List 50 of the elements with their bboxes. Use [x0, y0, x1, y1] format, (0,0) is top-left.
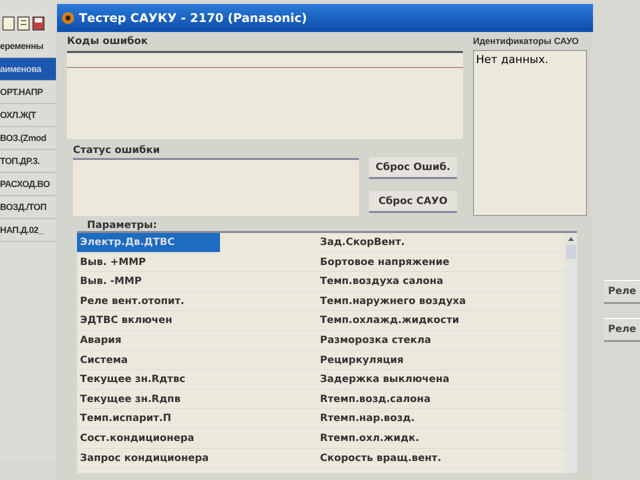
list-item[interactable]: ВОЗД./ТОП [0, 196, 56, 219]
list-item[interactable]: РАСХОД.ВО [0, 173, 56, 196]
parameter-item[interactable]: Зад.СкорВент. [317, 233, 565, 253]
parameter-item[interactable]: Rтемп.возд.салона [317, 390, 565, 410]
parameter-item[interactable]: Выв. +ММР [77, 252, 317, 272]
parameter-item[interactable]: Разморозка стекла [317, 330, 565, 351]
window-title: Тестер САУКУ - 2170 (Panasonic) [79, 11, 307, 25]
parameter-item[interactable]: Скорость вращ.вент. [317, 448, 565, 468]
parameter-item[interactable]: Темп.испарит.П [77, 409, 317, 429]
scroll-thumb[interactable] [566, 245, 576, 259]
error-status-label: Статус ошибки [73, 145, 161, 156]
no-data-text: Нет данных. [476, 53, 548, 66]
save-icon[interactable] [32, 16, 45, 31]
parameter-item[interactable]: Текущее зн.Rдпв [77, 390, 317, 410]
parameter-item[interactable]: Темп.воздуха салона [317, 272, 565, 292]
identifiers-label: Идентификаторы САУО [473, 36, 580, 46]
parameter-item[interactable]: Задержка выключена [317, 370, 565, 390]
list-item[interactable]: ВОЗ.(Zmod [0, 127, 56, 150]
parameter-item[interactable]: Система [77, 350, 317, 370]
list-item[interactable]: НАП.Д.02_ [0, 219, 56, 242]
error-codes-list[interactable] [67, 51, 463, 139]
parameter-item[interactable]: Сост.кондиционера [77, 428, 317, 449]
parameter-item[interactable]: Текущее зн.Rдтвс [77, 370, 317, 390]
list-item[interactable]: ОХЛ.Ж(Т [0, 104, 56, 127]
app-icon [61, 11, 75, 25]
parameter-item[interactable]: Rтемп.нар.возд. [317, 409, 565, 429]
list-item[interactable]: ОРТ.НАПР [0, 81, 56, 104]
error-codes-label: Коды ошибок [67, 36, 149, 47]
parameter-item[interactable]: Темп.наружнего воздуха [317, 292, 565, 312]
scroll-up-icon[interactable] [566, 235, 576, 243]
list-item[interactable]: ТОП.ДР.3. [0, 150, 56, 173]
document-icon[interactable] [2, 16, 15, 31]
parameter-item[interactable]: ЭДТВС включен [77, 311, 317, 331]
parameter-item[interactable]: Выв. -ММР [77, 272, 317, 292]
parameter-item[interactable]: Реле вент.отопит. [77, 292, 317, 312]
reset-button[interactable]: Сброс САУО [369, 191, 457, 213]
parameter-item[interactable]: Электр.Дв.ДТВС [77, 233, 220, 253]
document-icon[interactable] [17, 16, 30, 31]
parameters-label: Параметры: [87, 220, 158, 231]
relay-button[interactable]: Реле [604, 280, 640, 304]
parameter-item[interactable]: Авария [77, 330, 317, 351]
parameter-item[interactable]: Бортовое напряжение [317, 252, 565, 272]
parameter-item[interactable]: Rтемп.охл.жидк. [317, 428, 565, 449]
parameter-item[interactable]: Запрос кондиционера [77, 448, 317, 468]
scrollbar[interactable] [565, 233, 577, 473]
list-item[interactable]: аименова [0, 58, 56, 81]
parameter-item[interactable]: Рециркуляция [317, 350, 565, 370]
parameter-item[interactable]: Темп.охлажд.жидкости [317, 311, 565, 331]
reset-button[interactable]: Сброс Ошиб. [369, 157, 457, 179]
relay-button[interactable]: Реле [604, 318, 640, 342]
